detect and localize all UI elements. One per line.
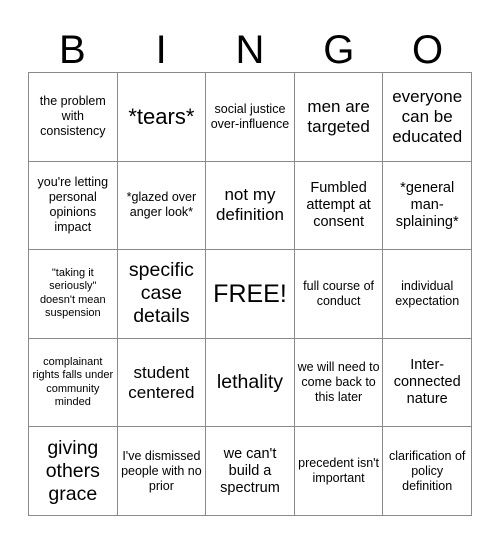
bingo-cell[interactable]: the problem with consistency xyxy=(29,73,118,162)
bingo-cell-label: everyone can be educated xyxy=(392,86,463,146)
header-letter-i: I xyxy=(155,28,167,72)
bingo-cell[interactable]: men are targeted xyxy=(294,73,384,162)
bingo-cell[interactable]: not my definition xyxy=(206,161,295,251)
bingo-cell[interactable]: Inter-connected nature xyxy=(383,338,472,428)
bingo-cell[interactable]: *glazed over anger look* xyxy=(117,161,207,251)
bingo-cell-label: Inter-connected nature xyxy=(393,357,461,408)
bingo-cell-label: Fumbled attempt at consent xyxy=(306,179,371,230)
bingo-cell[interactable]: you're letting personal opinions impact xyxy=(29,161,118,251)
bingo-cell[interactable]: full course of conduct xyxy=(294,250,384,339)
bingo-cell-label: clarification of policy definition xyxy=(388,448,466,493)
bingo-cell[interactable]: clarification of policy definition xyxy=(383,427,472,516)
bingo-cell-label: we will need to come back to this later xyxy=(297,360,380,405)
bingo-cell-label: full course of conduct xyxy=(303,278,375,308)
bingo-cell-label: precedent isn't important xyxy=(298,456,380,486)
bingo-header-letters: B I N G O xyxy=(28,8,472,72)
header-letter-n: N xyxy=(235,28,265,72)
bingo-cell-label: I've dismissed people with no prior xyxy=(121,448,202,493)
bingo-cell-label: lethality xyxy=(216,371,284,394)
bingo-cell[interactable]: lethality xyxy=(206,338,295,428)
bingo-cell-label: not my definition xyxy=(215,185,285,225)
bingo-cell-label: giving others grace xyxy=(45,436,100,505)
bingo-cell[interactable]: we will need to come back to this later xyxy=(294,338,384,428)
bingo-cell-label: specific case details xyxy=(128,259,194,328)
header-letter-b: B xyxy=(59,28,86,72)
header-letter-g: G xyxy=(323,28,355,72)
bingo-cell[interactable]: giving others grace xyxy=(29,427,118,516)
bingo-cell[interactable]: "taking it seriously" doesn't mean suspe… xyxy=(29,250,118,339)
bingo-cell-label: *tears* xyxy=(128,104,195,130)
bingo-cell-label: "taking it seriously" doesn't mean suspe… xyxy=(39,266,106,320)
bingo-cell-label: FREE! xyxy=(213,279,287,308)
bingo-cell-label: men are targeted xyxy=(307,96,370,136)
bingo-cell-label: we can't build a spectrum xyxy=(220,445,280,496)
bingo-cell-label: student centered xyxy=(128,362,195,402)
bingo-cell-label: *glazed over anger look* xyxy=(126,190,197,220)
bingo-cell-label: *general man-splaining* xyxy=(395,179,459,230)
bingo-cell[interactable]: student centered xyxy=(117,338,207,428)
bingo-cell-free[interactable]: FREE! xyxy=(206,250,295,339)
bingo-cell[interactable]: specific case details xyxy=(117,250,207,339)
bingo-cell[interactable]: individual expectation xyxy=(383,250,472,339)
bingo-cell[interactable]: precedent isn't important xyxy=(294,427,384,516)
bingo-cell[interactable]: we can't build a spectrum xyxy=(206,427,295,516)
bingo-cell-label: you're letting personal opinions impact xyxy=(37,175,109,235)
bingo-cell-label: the problem with consistency xyxy=(39,94,106,139)
bingo-cell[interactable]: *tears* xyxy=(117,73,207,162)
header-letter-o: O xyxy=(412,28,444,72)
bingo-cell-label: social justice over-influence xyxy=(210,101,290,131)
bingo-cell[interactable]: I've dismissed people with no prior xyxy=(117,427,207,516)
bingo-cell-label: individual expectation xyxy=(395,278,460,308)
bingo-cell[interactable]: everyone can be educated xyxy=(383,73,472,162)
bingo-grid: the problem with consistency *tears* socia… xyxy=(28,72,472,516)
bingo-cell-label: complainant rights falls under community… xyxy=(32,355,114,409)
bingo-cell[interactable]: social justice over-influence xyxy=(206,73,295,162)
bingo-cell[interactable]: Fumbled attempt at consent xyxy=(294,161,384,251)
bingo-cell[interactable]: *general man-splaining* xyxy=(383,161,472,251)
bingo-cell[interactable]: complainant rights falls under community… xyxy=(29,338,118,428)
bingo-card: B I N G O the problem with consistency *t… xyxy=(0,0,500,544)
